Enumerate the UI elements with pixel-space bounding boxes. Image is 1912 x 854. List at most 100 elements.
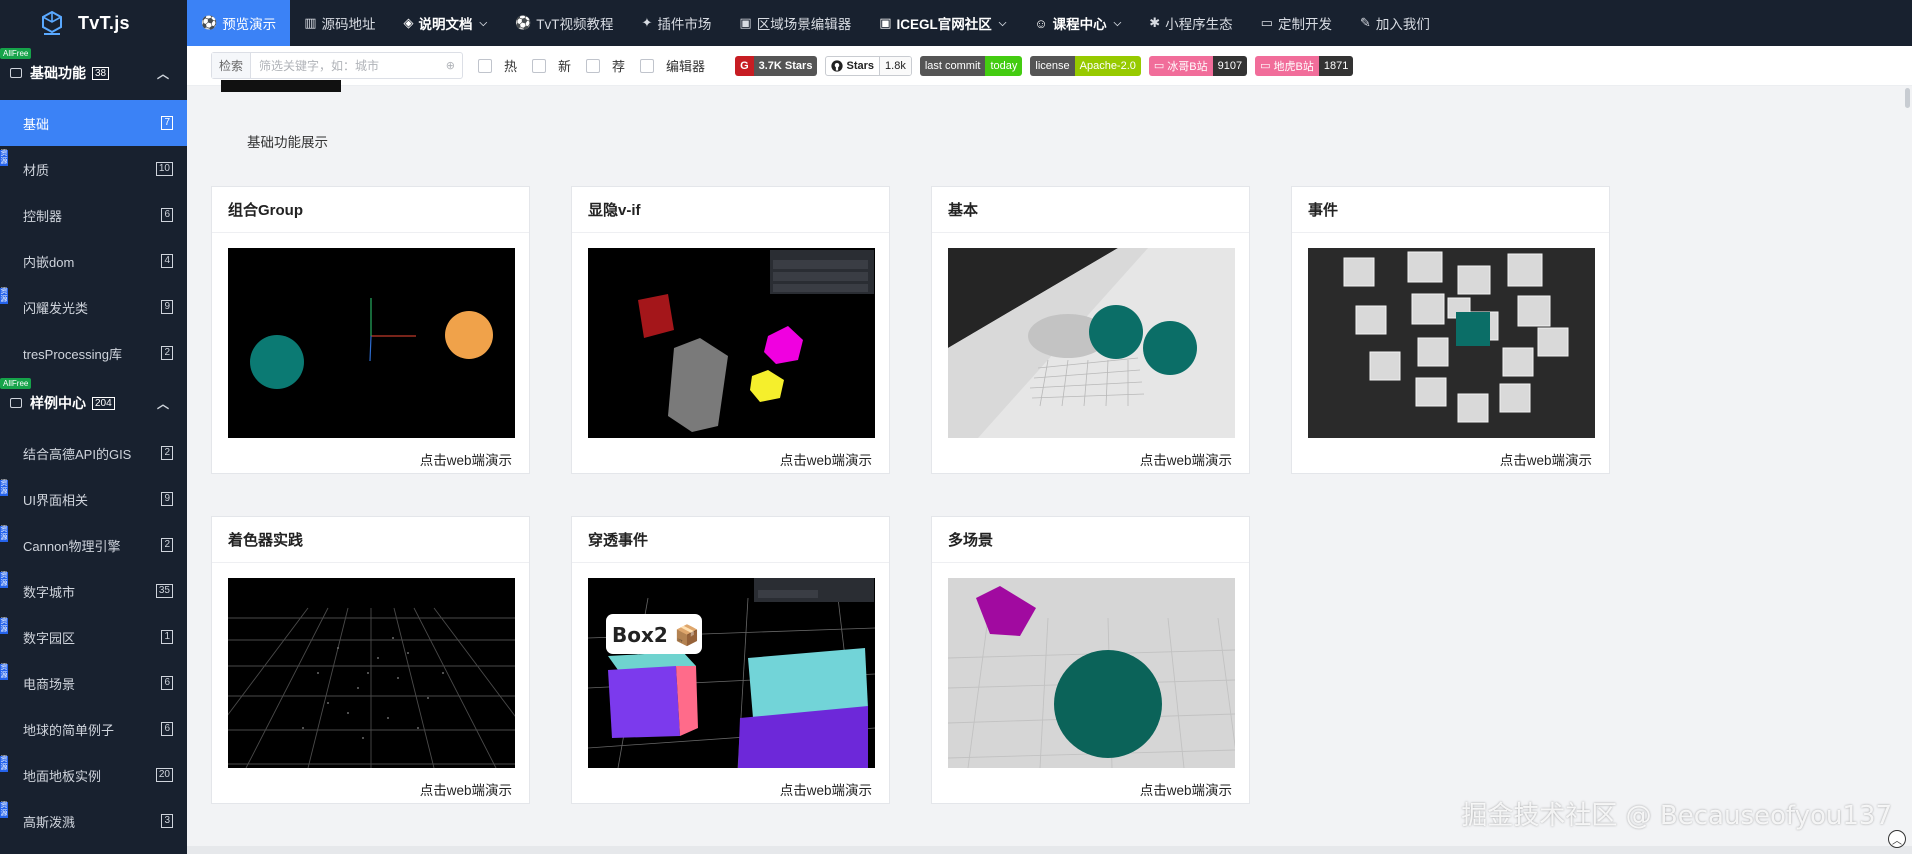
- web-demo-link[interactable]: 点击web端演示: [1140, 449, 1232, 469]
- web-demo-link[interactable]: 点击web端演示: [1500, 449, 1592, 469]
- folder-icon: [10, 68, 22, 78]
- web-demo-link[interactable]: 点击web端演示: [1140, 779, 1232, 799]
- bilibili-badge-2[interactable]: ▭ 地虎B站 1871: [1255, 55, 1354, 76]
- gitee-stars-badge[interactable]: G 3.7K Stars: [735, 55, 818, 76]
- resource-tag: 资源: [0, 480, 8, 496]
- checkbox-box[interactable]: [478, 58, 492, 73]
- sidebar-item-digital-city[interactable]: 资源 数字城市 35: [0, 568, 187, 614]
- folder-icon: [10, 398, 22, 408]
- scrollbar-thumb[interactable]: [1905, 88, 1910, 108]
- logo-icon: [42, 10, 62, 35]
- nav-custom-dev[interactable]: ▭ 定制开发: [1247, 0, 1346, 46]
- resource-tag: 资源: [0, 618, 8, 634]
- sidebar-item-cannon[interactable]: 资源 Cannon物理引擎 2: [0, 522, 187, 568]
- editor-icon: ▣: [739, 15, 752, 30]
- card-thumbnail[interactable]: [948, 578, 1235, 768]
- nav-courses[interactable]: ☺ 课程中心 ⌵: [1020, 0, 1135, 46]
- chevron-down-icon: ⌵: [479, 17, 488, 29]
- gitee-icon: G: [735, 55, 754, 76]
- nav-join-us[interactable]: ✎ 加入我们: [1346, 0, 1444, 46]
- card-thumbnail[interactable]: [1308, 248, 1595, 438]
- filter-hot-checkbox[interactable]: 热: [478, 56, 517, 75]
- sidebar-item-glow[interactable]: 资源 闪耀发光类 9: [0, 284, 187, 330]
- filter-new-checkbox[interactable]: 新: [532, 56, 571, 75]
- checkbox-box[interactable]: [640, 58, 655, 73]
- checkbox-box[interactable]: [586, 58, 601, 73]
- sidebar-item-controls[interactable]: 控制器 6: [0, 192, 187, 238]
- checkbox-box[interactable]: [532, 58, 547, 73]
- search-box: 检索 ⊕: [211, 52, 463, 79]
- sidebar-item-material[interactable]: 资源 材质 10: [0, 146, 187, 192]
- github-icon: [831, 59, 844, 72]
- sidebar-item-ui[interactable]: 资源 UI界面相关 9: [0, 476, 187, 522]
- filter-recommend-checkbox[interactable]: 荐: [586, 56, 625, 75]
- last-commit-badge[interactable]: last commit today: [919, 55, 1023, 76]
- card-thumbnail[interactable]: [228, 578, 515, 768]
- sidebar-group-examples[interactable]: AllFree 样例中心 204 ︿: [0, 376, 187, 430]
- card-title: 基本: [932, 187, 1249, 233]
- filter-bar: 检索 ⊕ 热 新 荐 编辑器 G3.7K Stars Stars1.8k las…: [187, 46, 1912, 86]
- sidebar-group-basic[interactable]: AllFree 基础功能 38 ︿: [0, 46, 187, 100]
- resource-tag: 资源: [0, 288, 8, 304]
- nav-community[interactable]: ▣ ICEGL官网社区 ⌵: [865, 0, 1020, 46]
- card-thumbnail[interactable]: Box2 📦: [588, 578, 875, 768]
- bilibili-badge-1[interactable]: ▭ 冰哥B站 9107: [1148, 55, 1248, 76]
- nav-preview[interactable]: ⚽ 预览演示: [187, 0, 291, 46]
- sidebar-item-ecommerce[interactable]: 资源 电商场景 6: [0, 660, 187, 706]
- search-label: 检索: [212, 53, 252, 78]
- sidebar-item-gaussian[interactable]: 资源 高斯泼溅 3: [0, 798, 187, 844]
- sidebar-item-floor[interactable]: 资源 地面地板实例 20: [0, 752, 187, 798]
- top-navbar: TvT.js ⚽ 预览演示 ▥ 源码地址 ◈ 说明文档 ⌵ ⚽ TvT视频教程 ✦ 插件市场…: [0, 0, 1912, 46]
- card-thumbnail[interactable]: [948, 248, 1235, 438]
- chevron-up-icon[interactable]: ︿: [157, 65, 169, 82]
- card-shader[interactable]: 着色器实践 点击web端演示: [211, 516, 530, 804]
- github-stars-badge[interactable]: Stars 1.8k: [825, 55, 912, 76]
- card-event[interactable]: 事件 点击web端演示: [1291, 186, 1610, 474]
- card-title: 着色器实践: [212, 517, 529, 563]
- sidebar-item-gis[interactable]: 结合高德API的GIS 2: [0, 430, 187, 476]
- card-visibility[interactable]: 显隐v-if 点击web端演示: [571, 186, 890, 474]
- nav-miniprogram[interactable]: ✱ 小程序生态: [1135, 0, 1246, 46]
- sidebar-item-earth[interactable]: 地球的简单例子 6: [0, 706, 187, 752]
- sidebar-item-embedded-dom[interactable]: 内嵌dom 4: [0, 238, 187, 284]
- brand[interactable]: TvT.js: [0, 0, 187, 46]
- card-penetration-event[interactable]: 穿透事件 Box2 📦 点击web端演示: [571, 516, 890, 804]
- web-demo-link[interactable]: 点击web端演示: [420, 779, 512, 799]
- web-demo-link[interactable]: 点击web端演示: [780, 449, 872, 469]
- card-title: 事件: [1292, 187, 1609, 233]
- book-icon: ▥: [304, 15, 317, 30]
- web-demo-link[interactable]: 点击web端演示: [420, 449, 512, 469]
- card-thumbnail[interactable]: [228, 248, 515, 438]
- license-badge[interactable]: license Apache-2.0: [1030, 55, 1141, 76]
- resource-tag: 资源: [0, 526, 8, 542]
- nav-docs[interactable]: ◈ 说明文档 ⌵: [389, 0, 501, 46]
- nav-source[interactable]: ▥ 源码地址: [290, 0, 389, 46]
- chevron-up-icon[interactable]: ︿: [157, 395, 169, 412]
- scrollbar[interactable]: [1902, 86, 1912, 854]
- card-multi-scene[interactable]: 多场景 点击web端演示: [931, 516, 1250, 804]
- sidebar-item-digital-park[interactable]: 资源 数字园区 1: [0, 614, 187, 660]
- nav-plugins[interactable]: ✦ 插件市场: [628, 0, 726, 46]
- card-title: 显隐v-if: [572, 187, 889, 233]
- nav-video[interactable]: ⚽ TvT视频教程: [501, 0, 627, 46]
- chevron-down-icon: ⌵: [1113, 17, 1122, 29]
- search-input[interactable]: [251, 53, 446, 78]
- nav-scene-editor[interactable]: ▣ 区域场景编辑器: [725, 0, 865, 46]
- group-count: 38: [92, 66, 110, 80]
- back-to-top-icon[interactable]: ︿: [1888, 830, 1906, 848]
- web-demo-link[interactable]: 点击web端演示: [780, 779, 872, 799]
- person-icon: ☺: [1034, 15, 1048, 31]
- sidebar-item-basic[interactable]: 基础 7: [0, 100, 187, 146]
- filter-editor-checkbox[interactable]: 编辑器: [640, 56, 705, 75]
- ball-icon: ⚽: [201, 15, 218, 30]
- card-title: 多场景: [932, 517, 1249, 563]
- card-basic[interactable]: 基本 点击web端演示: [931, 186, 1250, 474]
- card-thumbnail[interactable]: [588, 248, 875, 438]
- resource-tag: 资源: [0, 664, 8, 680]
- pen-icon: ✎: [1359, 15, 1371, 30]
- community-icon: ▣: [879, 15, 892, 30]
- card-group[interactable]: 组合Group 点击web端演示: [211, 186, 530, 474]
- main-content: 基础功能展示 组合Group 点击web端演示 显隐v-if 点击web端演示 …: [187, 80, 1912, 854]
- sidebar-item-tres-processing[interactable]: tresProcessing库 2: [0, 330, 187, 376]
- clear-icon[interactable]: ⊕: [446, 59, 462, 72]
